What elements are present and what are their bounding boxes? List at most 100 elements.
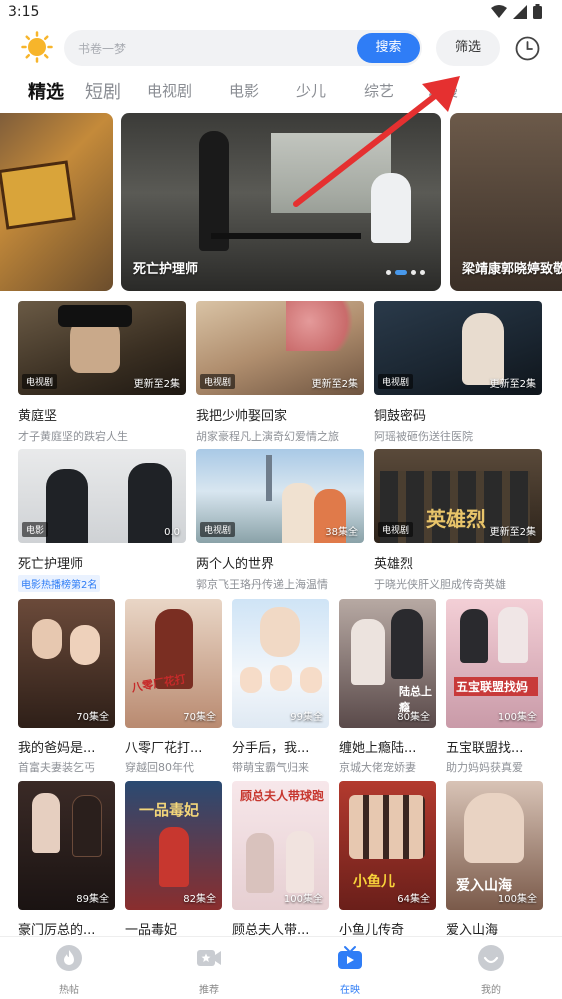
poster-figure [246,833,274,893]
video-card[interactable]: 电视剧 更新至2集 铜鼓密码 阿瑶被砸伤送往医院 [374,301,542,444]
history-clock-icon[interactable] [515,36,540,61]
video-card[interactable]: 电视剧 38集全 两个人的世界 郭京飞王珞丹传递上海温情 [196,449,364,592]
drama-poster: 爱入山海 100集全 [446,781,543,910]
video-title: 铜鼓密码 [374,409,427,424]
short-drama-card[interactable]: 顾总夫人带球跑 100集全 顾总夫人带... [232,781,329,938]
category-badge: 电视剧 [378,374,414,389]
drama-poster: 陆总上瘾 80集全 [339,599,436,728]
banner-item-left[interactable] [0,113,113,291]
video-title: 黄庭坚 [18,409,58,424]
nav-item-recommend[interactable]: 推荐 [169,945,249,996]
episode-count: 89集全 [76,894,109,905]
drama-title: 缠她上瘾陆... [339,741,417,756]
tab-anime[interactable]: 动漫 [428,80,458,101]
page-dot [386,270,391,275]
banner-figure-right [371,173,411,243]
episode-count: 100集全 [497,894,537,905]
tab-short-drama[interactable]: 短剧 [85,78,121,104]
thumb-tower [266,455,272,501]
video-thumbnail: 电视剧 38集全 [196,449,364,543]
video-subtitle: 阿瑶被砸伤送往医院 [374,430,473,443]
nav-label: 推荐 [199,985,219,996]
video-card[interactable]: 电影 0.0 死亡护理师 电影热播榜第2名 [18,449,186,592]
episode-status: 38集全 [325,527,358,538]
thumb-figure [46,469,88,543]
poster-figure [460,609,488,663]
sun-weather-icon[interactable] [21,31,53,63]
nav-item-hot-posts[interactable]: 热帖 [29,945,109,996]
filter-button[interactable]: 筛选 [436,30,500,66]
drama-title: 五宝联盟找... [446,741,524,756]
video-card[interactable]: 电视剧 更新至2集 我把少帅娶回家 胡家豪程凡上演奇幻爱情之旅 [196,301,364,444]
drama-poster: 70集全 [18,599,115,728]
poster-text: 八零厂花打 [130,672,187,695]
poster-face [270,665,292,691]
drama-poster: 小鱼儿 64集全 [339,781,436,910]
signal-icon [513,4,527,19]
episode-count: 64集全 [397,894,430,905]
top-header: 书卷一梦 搜索 筛选 [0,28,562,70]
video-title: 英雄烈 [374,557,414,572]
video-title: 两个人的世界 [196,557,275,572]
episode-status: 更新至2集 [133,379,180,390]
video-subtitle: 郭京飞王珞丹传递上海温情 [196,578,328,591]
tab-kids[interactable]: 少儿 [296,80,326,101]
drama-title: 分手后，我... [232,741,310,756]
tab-variety[interactable]: 综艺 [364,80,394,101]
video-title: 我把少帅娶回家 [196,409,288,424]
episode-count: 80集全 [397,712,430,723]
poster-face [240,667,262,693]
short-drama-card[interactable]: 小鱼儿 64集全 小鱼儿传奇 [339,781,436,938]
flame-icon [56,945,82,971]
drama-poster: 一品毒妃 82集全 [125,781,222,910]
category-badge: 电视剧 [22,374,58,389]
category-badge: 电视剧 [378,522,414,537]
tv-play-icon [338,946,362,969]
nav-label: 热帖 [59,985,79,996]
poster-face [300,667,322,693]
drama-poster: 五宝联盟找妈 100集全 [446,599,543,728]
drama-poster: 99集全 [232,599,329,728]
episode-status: 更新至2集 [489,527,536,538]
nav-item-profile[interactable]: 我的 [451,945,531,996]
video-subtitle: 才子黄庭坚的跌宕人生 [18,430,128,443]
video-thumbnail: 电视剧 更新至2集 [18,301,186,395]
drama-poster: 顾总夫人带球跑 100集全 [232,781,329,910]
episode-count: 70集全 [183,712,216,723]
video-card[interactable]: 电视剧 更新至2集 黄庭坚 才子黄庭坚的跌宕人生 [18,301,186,444]
tab-featured[interactable]: 精选 [28,78,64,104]
video-card[interactable]: 英雄烈 电视剧 更新至2集 英雄烈 于晓光侠肝义胆成传奇英雄 [374,449,542,592]
episode-status: 更新至2集 [311,379,358,390]
category-badge: 电视剧 [200,374,236,389]
short-drama-card[interactable]: 99集全 分手后，我... 带萌宝霸气归来 [232,599,329,775]
tab-movies[interactable]: 电影 [229,80,259,101]
banner-item-main[interactable]: 死亡护理师 [121,113,441,291]
short-drama-card[interactable]: 89集全 豪门厉总的... [18,781,115,938]
page-dot-active [395,270,407,275]
drama-subtitle: 带萌宝霸气归来 [232,761,309,774]
tab-tv-series[interactable]: 电视剧 [147,80,192,101]
thumb-figure [282,483,316,543]
episode-count: 70集全 [76,712,109,723]
search-button[interactable]: 搜索 [357,33,420,63]
video-thumbnail: 电影 0.0 [18,449,186,543]
poster-face [260,607,300,657]
episode-count: 100集全 [283,894,323,905]
video-title: 死亡护理师 [18,557,84,572]
short-drama-card[interactable]: 一品毒妃 82集全 一品毒妃 [125,781,222,938]
short-drama-card[interactable]: 爱入山海 100集全 爱入山海 [446,781,543,938]
poster-text: 一品毒妃 [139,801,200,819]
page-dot [411,270,416,275]
rating-value: 0.0 [164,527,180,538]
banner-item-right[interactable]: 梁靖康郭晓婷致敬 [450,113,562,291]
episode-count: 99集全 [290,712,323,723]
short-drama-card[interactable]: 五宝联盟找妈 100集全 五宝联盟找... 助力妈妈获真爱 [446,599,543,775]
short-drama-card[interactable]: 八零厂花打 70集全 八零厂花打... 穿越回80年代 [125,599,222,775]
nav-item-now-showing[interactable]: 在映 [310,945,390,996]
episode-count: 82集全 [183,894,216,905]
search-input[interactable]: 书卷一梦 搜索 [64,30,422,66]
poster-text: 英雄烈 [426,507,486,531]
short-drama-card[interactable]: 陆总上瘾 80集全 缠她上瘾陆... 京城大佬宠娇妻 [339,599,436,775]
drama-title: 我的爸妈是... [18,741,96,756]
short-drama-card[interactable]: 70集全 我的爸妈是... 首富夫妻装乞丐 [18,599,115,775]
